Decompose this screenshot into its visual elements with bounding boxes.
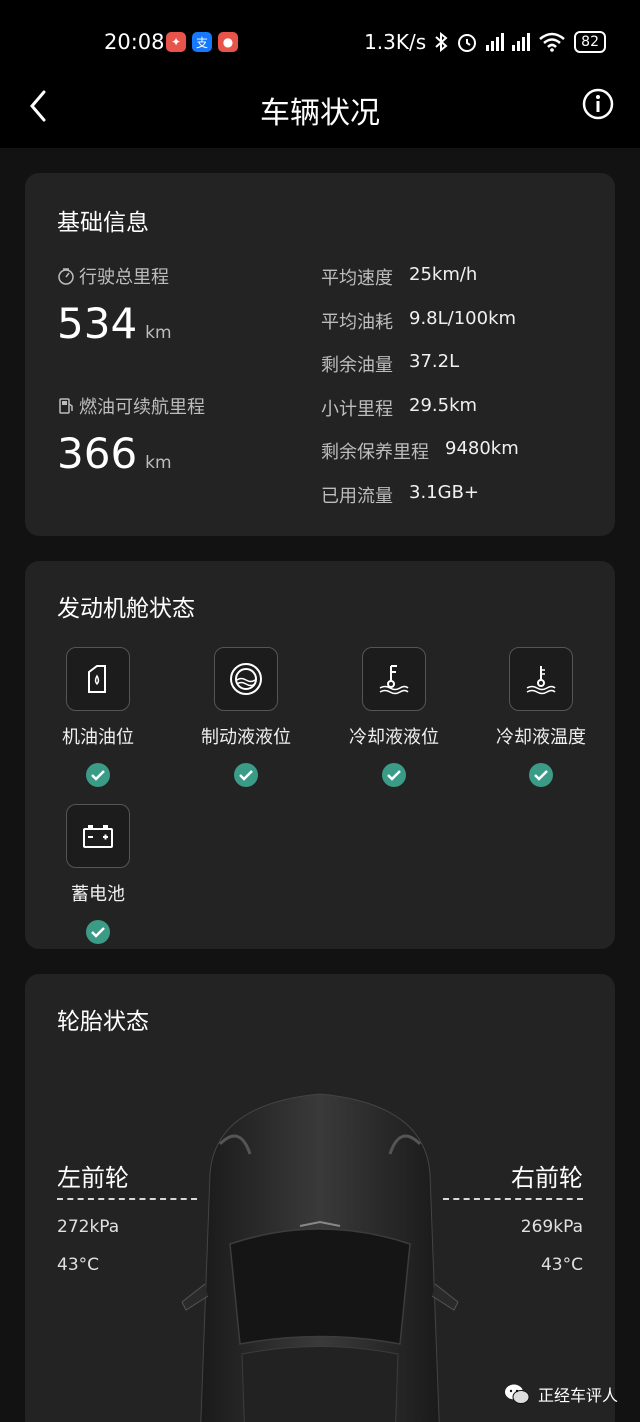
- app-notification-icon: ●: [218, 32, 238, 52]
- check-icon: [86, 763, 110, 787]
- fuel-pump-icon: [59, 398, 73, 414]
- signal-icon: [512, 33, 531, 51]
- front-left-temperature: 43°C: [57, 1255, 100, 1275]
- fuel-range-value: 366 km: [57, 429, 172, 478]
- data-usage-row: 已用流量 3.1GB+: [321, 482, 480, 507]
- front-right-divider: [443, 1198, 583, 1200]
- network-speed: 1.3K/s: [364, 30, 427, 54]
- watermark-text: 正经车评人: [537, 1386, 618, 1405]
- watermark: 正经车评人: [504, 1382, 618, 1406]
- coolant-temp-icon: [509, 647, 573, 711]
- engine-item-brake-fluid[interactable]: 制动液液位: [176, 647, 316, 787]
- tire-status-card: 轮胎状态 左前轮 272kPa 43°C 右前轮 269kPa 43°C: [25, 974, 615, 1422]
- check-icon: [86, 920, 110, 944]
- app-notification-icon: ✦: [166, 32, 186, 52]
- info-icon[interactable]: [582, 88, 614, 120]
- engine-item-oil[interactable]: 机油油位: [28, 647, 168, 787]
- coolant-level-icon: [362, 647, 426, 711]
- alarm-icon: [458, 34, 477, 52]
- fuel-range-label: 燃油可续航里程: [57, 393, 205, 419]
- basic-info-title: 基础信息: [57, 210, 149, 236]
- avg-speed-row: 平均速度 25km/h: [321, 264, 478, 289]
- status-bar: 20:08 ✦ 支 ● 1.3K/s 82: [0, 0, 640, 88]
- alipay-icon: 支: [192, 32, 212, 52]
- engine-status-card: 发动机舱状态 机油油位 制动液液位 冷却液液位 冷却液温度 蓄电池: [25, 561, 615, 949]
- front-right-temperature: 43°C: [540, 1255, 583, 1275]
- front-left-tire-name: 左前轮: [57, 1164, 129, 1192]
- engine-item-battery[interactable]: 蓄电池: [28, 804, 168, 944]
- header: 车辆状况: [0, 88, 640, 148]
- check-icon: [234, 763, 258, 787]
- battery-icon: [66, 804, 130, 868]
- tire-status-title: 轮胎状态: [57, 1009, 149, 1035]
- total-mileage-value: 534 km: [57, 299, 172, 348]
- status-time: 20:08: [104, 30, 165, 54]
- wifi-icon: [539, 32, 565, 52]
- oil-can-icon: [66, 647, 130, 711]
- page-title: 车辆状况: [260, 96, 380, 131]
- wechat-icon: [504, 1384, 530, 1404]
- brake-fluid-icon: [214, 647, 278, 711]
- bluetooth-icon: [435, 32, 448, 52]
- trip-mileage-row: 小计里程 29.5km: [321, 395, 478, 420]
- battery-indicator: 82: [574, 31, 606, 53]
- odometer-icon: [58, 268, 74, 285]
- basic-info-card: 基础信息 行驶总里程 534 km 燃油可续航里程 366 km 平均速度 25km/…: [25, 173, 615, 536]
- front-right-pressure: 269kPa: [520, 1217, 583, 1237]
- status-indicators: 1.3K/s 82: [364, 30, 606, 54]
- front-left-divider: [57, 1198, 197, 1200]
- engine-item-coolant-level[interactable]: 冷却液液位: [324, 647, 464, 787]
- engine-status-title: 发动机舱状态: [57, 596, 195, 622]
- car-top-view-image: [181, 1093, 459, 1422]
- maintenance-mileage-row: 剩余保养里程 9480km: [321, 438, 519, 463]
- check-icon: [382, 763, 406, 787]
- engine-item-coolant-temp[interactable]: 冷却液温度: [471, 647, 611, 787]
- avg-fuel-consumption-row: 平均油耗 9.8L/100km: [321, 308, 517, 333]
- front-left-pressure: 272kPa: [57, 1217, 120, 1237]
- check-icon: [529, 763, 553, 787]
- signal-icon: [486, 33, 505, 51]
- status-app-icons: ✦ 支 ●: [166, 32, 238, 52]
- total-mileage-label: 行驶总里程: [57, 263, 169, 289]
- front-right-tire-name: 右前轮: [511, 1164, 583, 1192]
- remaining-fuel-row: 剩余油量 37.2L: [321, 351, 460, 376]
